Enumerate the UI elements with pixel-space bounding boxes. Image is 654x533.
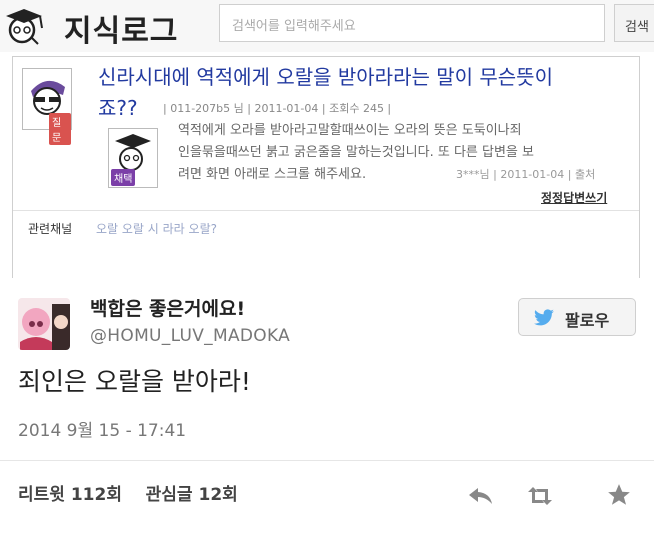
- asker-tag: 질문: [49, 113, 71, 145]
- follow-button[interactable]: 팔로우: [518, 298, 636, 336]
- site-logo[interactable]: 지식로그: [64, 6, 178, 50]
- tweet-stats: 리트윗 112회 관심글 12회: [18, 480, 238, 505]
- related-label: 관련채널: [28, 222, 73, 236]
- scholar-mascot-icon: [6, 9, 43, 45]
- user-handle[interactable]: @HOMU_LUV_MADOKA: [90, 326, 290, 346]
- tweet-timestamp[interactable]: 2014 9월 15 - 17:41: [18, 416, 186, 441]
- follow-label: 팔로우: [565, 311, 610, 330]
- asker-avatar: 질문: [22, 68, 72, 145]
- tweet-text: 죄인은 오랄을 받아라!: [18, 367, 251, 396]
- question-title-cont[interactable]: 죠??: [98, 92, 138, 121]
- favorite-star-icon[interactable]: [606, 482, 632, 508]
- retweet-count[interactable]: 리트윗 112회: [18, 485, 122, 505]
- user-display-name[interactable]: 백합은 좋은거에요!: [90, 294, 245, 321]
- divider: [0, 460, 654, 461]
- reply-icon[interactable]: [468, 486, 494, 506]
- twitter-bird-icon: [534, 309, 554, 326]
- search-placeholder: 검색어를 입력해주세요: [232, 19, 356, 34]
- answer-line: 인을묶을때쓰던 붉고 굵은줄을 말하는것입니다. 또 다른 답변을 보: [178, 145, 534, 160]
- answerer-avatar: 채택: [108, 128, 158, 188]
- more-answers-link[interactable]: 정정답변쓰기: [541, 189, 607, 206]
- retweet-icon[interactable]: [526, 486, 554, 506]
- answer-tag: 채택: [111, 169, 136, 186]
- answer-line: 역적에게 오라를 받아라고말할때쓰이는 오라의 뜻은 도둑이나죄: [178, 123, 522, 138]
- user-avatar[interactable]: [18, 298, 70, 350]
- answer-meta: 3***님 | 2011-01-04 | 출처: [456, 168, 596, 181]
- search-input[interactable]: 검색어를 입력해주세요: [219, 4, 605, 42]
- question-title[interactable]: 신라시대에 역적에게 오랄을 받아라라는 말이 무슨뜻이: [98, 64, 628, 90]
- search-button[interactable]: 검색: [614, 4, 654, 42]
- question-meta: | 011-207b5 님 | 2011-01-04 | 조회수 245 |: [163, 102, 392, 115]
- related-links[interactable]: 오랄 오랄 시 라라 오랄?: [96, 220, 217, 237]
- divider: [13, 210, 639, 211]
- favorite-count[interactable]: 관심글 12회: [146, 485, 238, 505]
